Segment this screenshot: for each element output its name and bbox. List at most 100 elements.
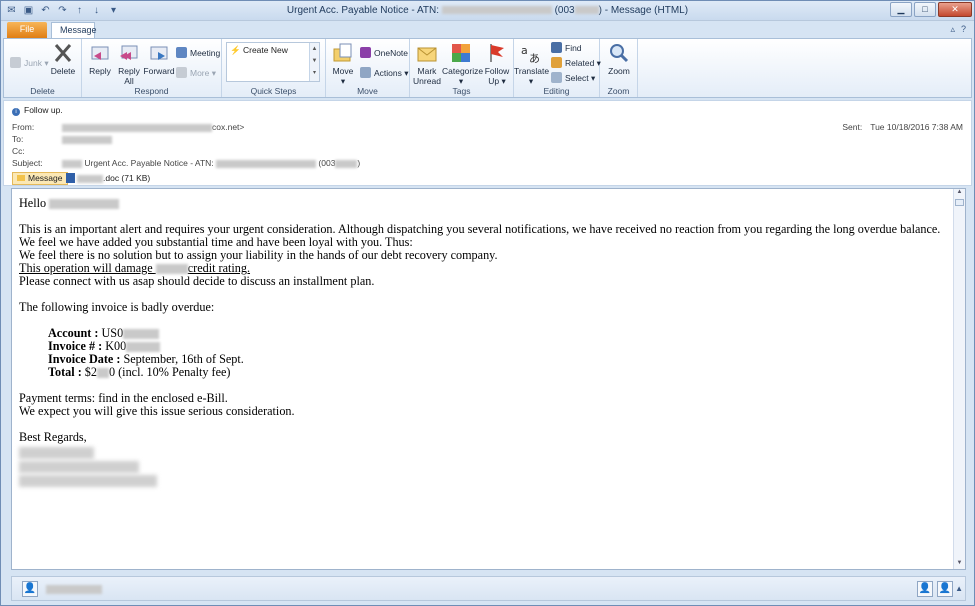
zoom-button[interactable]: Zoom [602, 42, 636, 76]
quicksteps-scroll[interactable]: ▲ ▼ ▾ [309, 43, 319, 81]
meeting-button[interactable]: Meeting [176, 47, 220, 59]
svg-text:a: a [521, 44, 528, 57]
junk-button[interactable]: Junk ▾ [10, 57, 49, 69]
binoculars-icon [551, 42, 562, 53]
scroll-up-icon[interactable]: ▲ [955, 189, 964, 198]
mark-unread-button[interactable]: Mark Unread [410, 42, 444, 86]
categorize-button[interactable]: Categorize ▾ [442, 42, 483, 86]
redacted-company [155, 264, 188, 275]
junk-label: Junk [24, 58, 42, 68]
people-avatar-icon-2[interactable]: 👤 [937, 581, 953, 597]
delete-label: Delete [50, 66, 76, 76]
delete-button[interactable]: Delete [46, 42, 80, 76]
minimize-button[interactable]: ▁ [890, 2, 912, 17]
invoice-line: Invoice # : K00 [19, 340, 949, 353]
actions-button[interactable]: Actions ▾ [360, 67, 409, 79]
window-title-suffix: ) - Message (HTML) [598, 5, 689, 16]
expand-people-pane-icon[interactable]: ▲ [955, 584, 963, 593]
tab-file[interactable]: File [7, 22, 47, 38]
find-button[interactable]: Find [551, 42, 582, 54]
tags-group: Mark Unread Categorize ▾ Follow Up ▾ Tags [410, 39, 514, 97]
account-line: Account : US0 [19, 327, 949, 340]
redacted-invoice [126, 342, 161, 353]
body-scrollbar[interactable]: ▲ ▼ [953, 189, 965, 569]
categorize-icon [452, 44, 470, 62]
ribbon-right-icons: ▵ ? [950, 24, 966, 35]
window-controls: ▁ □ ✕ [890, 2, 972, 17]
follow-up-label-1: Follow [484, 66, 510, 76]
redacted-subject-code [335, 159, 358, 168]
translate-button[interactable]: aあ Translate ▾ [514, 42, 550, 86]
ribbon-tabs: File Message ▵ ? [1, 21, 974, 38]
reply-label: Reply [89, 66, 111, 76]
redacted-account [123, 329, 160, 340]
word-doc-icon [66, 173, 75, 183]
forward-button[interactable]: Forward [142, 42, 176, 76]
reply-all-button[interactable]: Reply All [112, 42, 146, 86]
redacted-from [62, 123, 212, 132]
tab-message[interactable]: Message [51, 22, 97, 38]
message-attachment-tab[interactable]: Message [12, 172, 68, 185]
flag-icon [490, 44, 504, 62]
total-value-b: 0 (incl. 10% Penalty fee) [108, 365, 231, 379]
doc-attachment-label: .doc (71 KB) [103, 173, 151, 183]
move-button[interactable]: Move ▾ [326, 42, 360, 86]
account-label: Account : [48, 326, 99, 340]
select-button[interactable]: Select ▾ [551, 72, 595, 84]
account-value: US0 [101, 326, 124, 340]
delete-group: Junk ▾ Delete Delete [4, 39, 82, 97]
create-new-quickstep[interactable]: ⚡ Create New [230, 45, 288, 56]
outlook-message-window: ✉ ▣ ↶ ↷ ↑ ↓ ▾ Urgent Acc. Payable Notice… [0, 0, 975, 606]
more-icon [176, 67, 187, 78]
redacted-to[interactable] [62, 135, 112, 144]
doc-attachment[interactable]: .doc (71 KB) [66, 173, 150, 184]
total-value-a: $2 [84, 365, 97, 379]
redacted-signature [19, 447, 157, 489]
svg-text:あ: あ [529, 52, 540, 64]
from-row: From: cox.net> [12, 122, 244, 132]
redacted-title-name [441, 6, 552, 15]
window-title: Urgent Acc. Payable Notice - ATN: (003) … [1, 5, 974, 16]
follow-up-button[interactable]: Follow Up ▾ [480, 42, 514, 86]
person-avatar-icon[interactable]: 👤 [22, 581, 38, 597]
quicksteps-group: ⚡ Create New ▲ ▼ ▾ Quick Steps [222, 39, 326, 97]
total-line: Total : $2 0 (incl. 10% Penalty fee) [19, 366, 949, 379]
meeting-label: Meeting [190, 48, 221, 58]
subject-label: Subject: [12, 158, 43, 168]
close-button[interactable]: ✕ [938, 2, 972, 17]
maximize-button[interactable]: □ [914, 2, 936, 17]
from-value[interactable]: cox.net> [212, 122, 244, 132]
reply-icon [91, 46, 109, 60]
invoice-value: K00 [105, 339, 127, 353]
zoom-group: Zoom Zoom [600, 39, 638, 97]
more-button[interactable]: More ▾ [176, 67, 216, 79]
reply-all-label-1: Reply [118, 66, 140, 76]
subject-value: Urgent Acc. Payable Notice - ATN: [84, 158, 217, 168]
sent-row: Sent: Tue 10/18/2016 7:38 AM [842, 122, 963, 132]
people-avatar-icon-1[interactable]: 👤 [917, 581, 933, 597]
create-new-label: Create New [242, 45, 288, 55]
paragraph-invoice-intro: The following invoice is badly overdue: [19, 300, 215, 314]
cursor-icon [551, 72, 562, 83]
translate-label: Translate [514, 66, 550, 76]
subject-row: Subject: Urgent Acc. Payable Notice - AT… [12, 158, 361, 168]
info-icon: i [12, 108, 20, 116]
sent-value: Tue 10/18/2016 7:38 AM [870, 122, 963, 132]
email-text: Hello This is an important alert and req… [19, 197, 949, 444]
window-title-code: (003 [554, 5, 575, 16]
subject-code: (003 [318, 158, 336, 168]
help-icon[interactable]: ? [961, 24, 966, 35]
scroll-thumb[interactable] [955, 199, 964, 206]
message-envelope-icon [17, 175, 25, 181]
onenote-button[interactable]: OneNote [360, 47, 408, 59]
minimize-ribbon-icon[interactable]: ▵ [950, 24, 955, 35]
related-button[interactable]: Related ▾ [551, 57, 601, 69]
paragraph-damage: This operation will damage credit rating… [19, 262, 949, 275]
envelope-icon [417, 47, 437, 62]
date-value: September, 16th of Sept. [123, 352, 244, 366]
scroll-down-icon[interactable]: ▼ [955, 560, 964, 569]
message-tab-label: Message [28, 173, 63, 183]
respond-group-label: Respond [134, 86, 169, 96]
actions-label: Actions [374, 68, 402, 78]
delete-group-label: Delete [30, 86, 55, 96]
